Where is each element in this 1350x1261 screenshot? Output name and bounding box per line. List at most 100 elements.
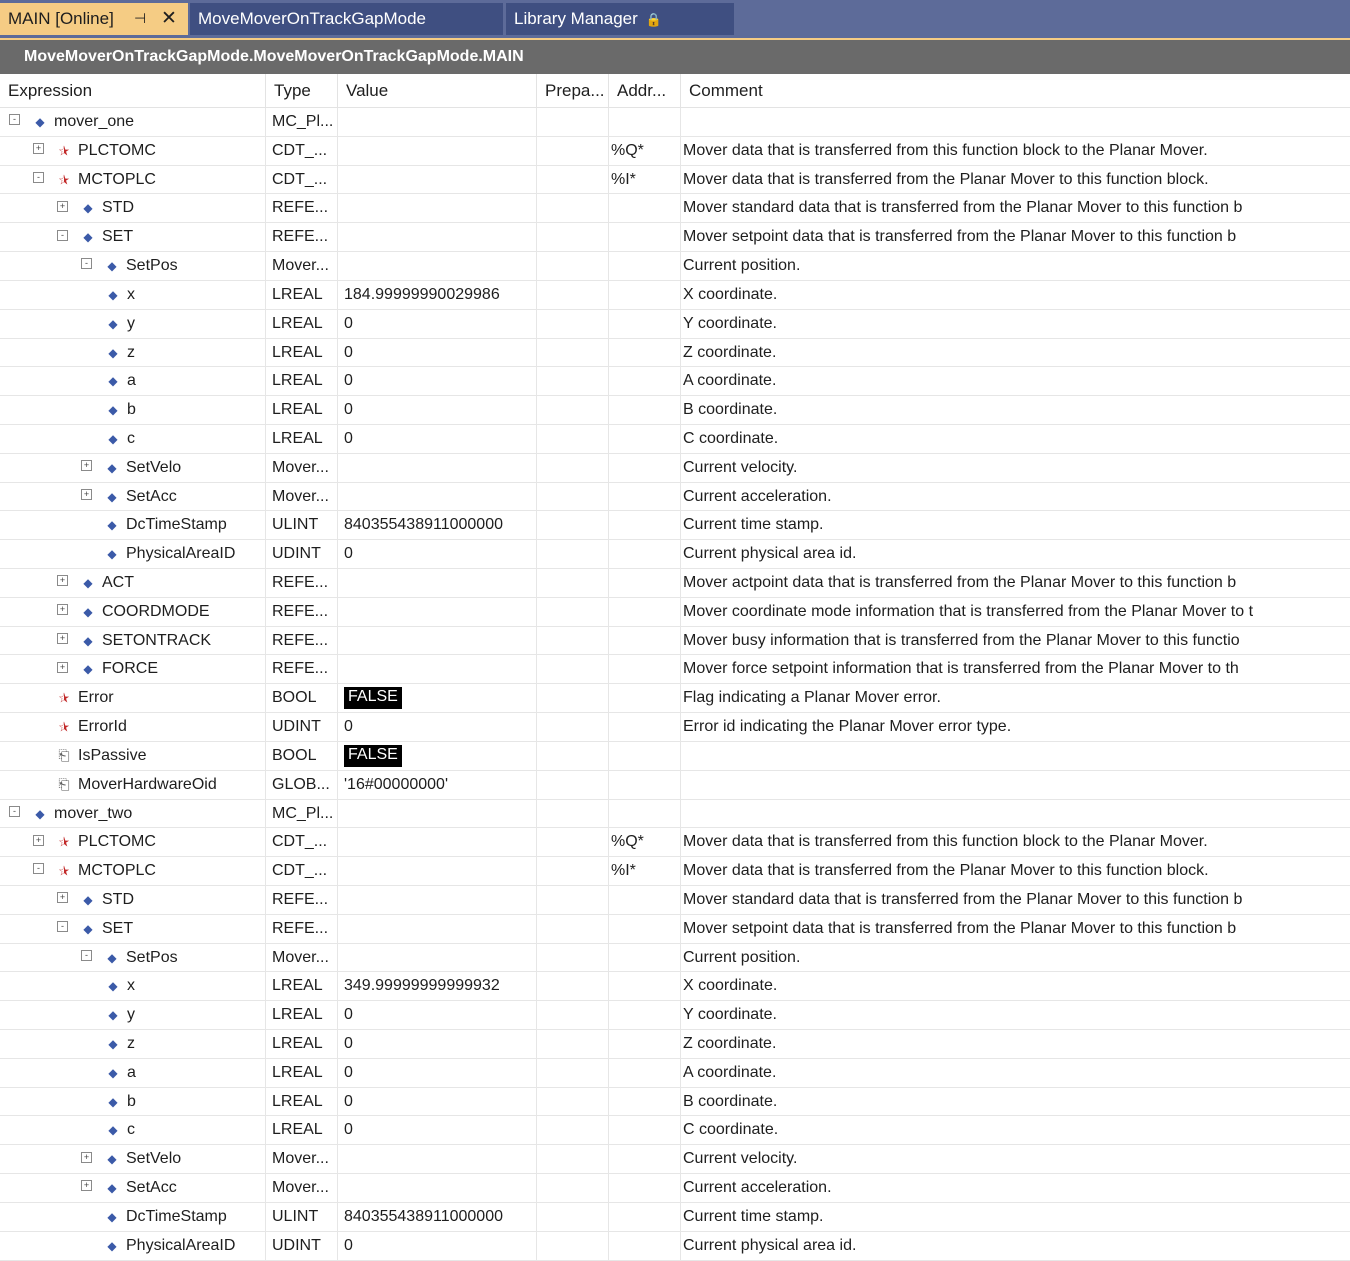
expression-cell[interactable]: + ◆ FORCE <box>0 655 266 684</box>
expression-cell[interactable]: - ◆ mover_one <box>0 108 266 136</box>
value-cell[interactable]: FALSE <box>338 741 537 770</box>
prepared-value-cell[interactable] <box>537 108 609 136</box>
value-cell[interactable]: FALSE <box>338 684 537 713</box>
value-cell[interactable] <box>338 482 537 511</box>
expression-cell[interactable]: + ⯫ PLCTOMC <box>0 136 266 165</box>
prepared-value-cell[interactable] <box>537 338 609 367</box>
expand-icon[interactable]: + <box>57 892 68 904</box>
expression-cell[interactable]: ◆ PhysicalAreaID <box>0 540 266 569</box>
expand-icon[interactable]: + <box>57 200 68 212</box>
expression-cell[interactable]: - ◆ SET <box>0 914 266 943</box>
prepared-value-cell[interactable] <box>537 1202 609 1231</box>
expression-cell[interactable]: + ◆ ACT <box>0 569 266 597</box>
collapse-icon[interactable]: - <box>57 921 68 933</box>
expression-cell[interactable]: ◆ b <box>0 1087 266 1116</box>
expression-cell[interactable]: ◆ y <box>0 309 266 338</box>
value-cell[interactable]: 0 <box>338 713 537 742</box>
expression-cell[interactable]: ◆ c <box>0 424 266 453</box>
table-row[interactable]: - ◆ SetPos Mover... Current position. <box>0 943 1350 973</box>
expression-cell[interactable]: + ◆ SetVelo <box>0 453 266 482</box>
table-row[interactable]: ◆ z LREAL 0 Z coordinate. <box>0 1030 1350 1059</box>
expression-cell[interactable]: + ◆ SetAcc <box>0 482 266 511</box>
expression-cell[interactable]: ◆ DcTimeStamp <box>0 511 266 540</box>
prepared-value-cell[interactable] <box>537 424 609 453</box>
expand-icon[interactable]: + <box>81 460 92 472</box>
table-row[interactable]: - ◆ SET REFE... Mover setpoint data that is … <box>0 223 1350 253</box>
table-row[interactable]: ◆ x LREAL 184.99999990029986 X coordinate. <box>0 280 1350 310</box>
prepared-value-cell[interactable] <box>537 540 609 569</box>
table-row[interactable]: ◆ DcTimeStamp ULINT 840355438911000000 Curre… <box>0 1202 1350 1232</box>
value-cell[interactable] <box>338 885 537 914</box>
prepared-value-cell[interactable] <box>537 857 609 886</box>
prepared-value-cell[interactable] <box>537 453 609 482</box>
expression-cell[interactable]: ◆ z <box>0 338 266 367</box>
prepared-value-cell[interactable] <box>537 799 609 828</box>
table-row[interactable]: - ⯫ MCTOPLC CDT_... %I* Mover data that is tr… <box>0 165 1350 195</box>
expression-cell[interactable]: ⯫ ErrorId <box>0 713 266 742</box>
value-cell[interactable]: 0 <box>338 540 537 569</box>
column-header-type[interactable]: Type <box>266 74 338 107</box>
value-cell[interactable]: 0 <box>338 1087 537 1116</box>
expression-cell[interactable]: ⯫ Error <box>0 684 266 713</box>
table-row[interactable]: + ◆ SetVelo Mover... Current velocity. <box>0 1145 1350 1175</box>
table-row[interactable]: ◆ PhysicalAreaID UDINT 0 Current physical ar… <box>0 1231 1350 1261</box>
value-cell[interactable]: '16#00000000' <box>338 770 537 799</box>
expression-cell[interactable]: ◆ z <box>0 1030 266 1058</box>
expand-icon[interactable]: + <box>33 143 44 155</box>
table-row[interactable]: + ⯫ PLCTOMC CDT_... %Q* Mover data that is tr… <box>0 828 1350 858</box>
prepared-value-cell[interactable] <box>537 1231 609 1260</box>
value-cell[interactable] <box>338 165 537 194</box>
prepared-value-cell[interactable] <box>537 828 609 857</box>
prepared-value-cell[interactable] <box>537 914 609 943</box>
table-row[interactable]: - ⯫ MCTOPLC CDT_... %I* Mover data that is tr… <box>0 857 1350 886</box>
value-cell[interactable]: 0 <box>338 1058 537 1087</box>
collapse-icon[interactable]: - <box>33 171 44 183</box>
expression-cell[interactable]: - ⯫ MCTOPLC <box>0 165 266 194</box>
value-cell[interactable]: 0 <box>338 1001 537 1030</box>
column-header-value[interactable]: Value <box>338 74 537 107</box>
prepared-value-cell[interactable] <box>537 194 609 223</box>
value-cell[interactable] <box>338 223 537 252</box>
expression-cell[interactable]: + ◆ STD <box>0 194 266 223</box>
prepared-value-cell[interactable] <box>537 309 609 338</box>
value-cell[interactable]: 840355438911000000 <box>338 511 537 540</box>
value-cell[interactable]: 840355438911000000 <box>338 1202 537 1231</box>
expression-cell[interactable]: ◆ PhysicalAreaID <box>0 1231 266 1260</box>
table-row[interactable]: + ◆ ACT REFE... Mover actpoint data that is … <box>0 569 1350 598</box>
pin-icon[interactable]: ⊣ <box>134 10 146 27</box>
table-row[interactable]: - ◆ SET REFE... Mover setpoint data that is … <box>0 914 1350 944</box>
value-cell[interactable] <box>338 914 537 943</box>
prepared-value-cell[interactable] <box>537 655 609 684</box>
table-row[interactable]: - ◆ SetPos Mover... Current position. <box>0 252 1350 281</box>
table-row[interactable]: ⯫ ErrorId UDINT 0 Error id indicating the Pl… <box>0 713 1350 742</box>
value-cell[interactable] <box>338 1174 537 1203</box>
table-row[interactable]: - ◆ mover_two MC_Pl... <box>0 799 1350 829</box>
table-row[interactable]: + ◆ STD REFE... Mover standard data that is … <box>0 885 1350 915</box>
expression-cell[interactable]: - ◆ SET <box>0 223 266 252</box>
value-cell[interactable]: 349.99999999999932 <box>338 972 537 1001</box>
value-cell[interactable]: 0 <box>338 309 537 338</box>
expand-icon[interactable]: + <box>33 834 44 846</box>
table-row[interactable]: + ⯫ PLCTOMC CDT_... %Q* Mover data that is tr… <box>0 136 1350 166</box>
prepared-value-cell[interactable] <box>537 223 609 252</box>
value-cell[interactable]: 0 <box>338 1030 537 1058</box>
prepared-value-cell[interactable] <box>537 367 609 396</box>
table-row[interactable]: ◆ x LREAL 349.99999999999932 X coordinate. <box>0 972 1350 1002</box>
value-cell[interactable] <box>338 194 537 223</box>
prepared-value-cell[interactable] <box>537 280 609 309</box>
prepared-value-cell[interactable] <box>537 1058 609 1087</box>
table-row[interactable]: ⎗ IsPassive BOOL FALSE <box>0 741 1350 771</box>
expression-cell[interactable]: + ⯫ PLCTOMC <box>0 828 266 857</box>
expression-cell[interactable]: + ◆ SetAcc <box>0 1174 266 1203</box>
expression-cell[interactable]: ◆ y <box>0 1001 266 1030</box>
value-cell[interactable]: 0 <box>338 396 537 425</box>
collapse-icon[interactable]: - <box>81 949 92 961</box>
value-cell[interactable] <box>338 569 537 597</box>
value-cell[interactable] <box>338 799 537 828</box>
tab-movemoverontrackgapmode[interactable]: MoveMoverOnTrackGapMode <box>190 3 503 35</box>
prepared-value-cell[interactable] <box>537 1174 609 1203</box>
expand-icon[interactable]: + <box>57 604 68 616</box>
expression-cell[interactable]: - ◆ SetPos <box>0 943 266 972</box>
prepared-value-cell[interactable] <box>537 597 609 626</box>
value-cell[interactable]: 184.99999990029986 <box>338 280 537 309</box>
